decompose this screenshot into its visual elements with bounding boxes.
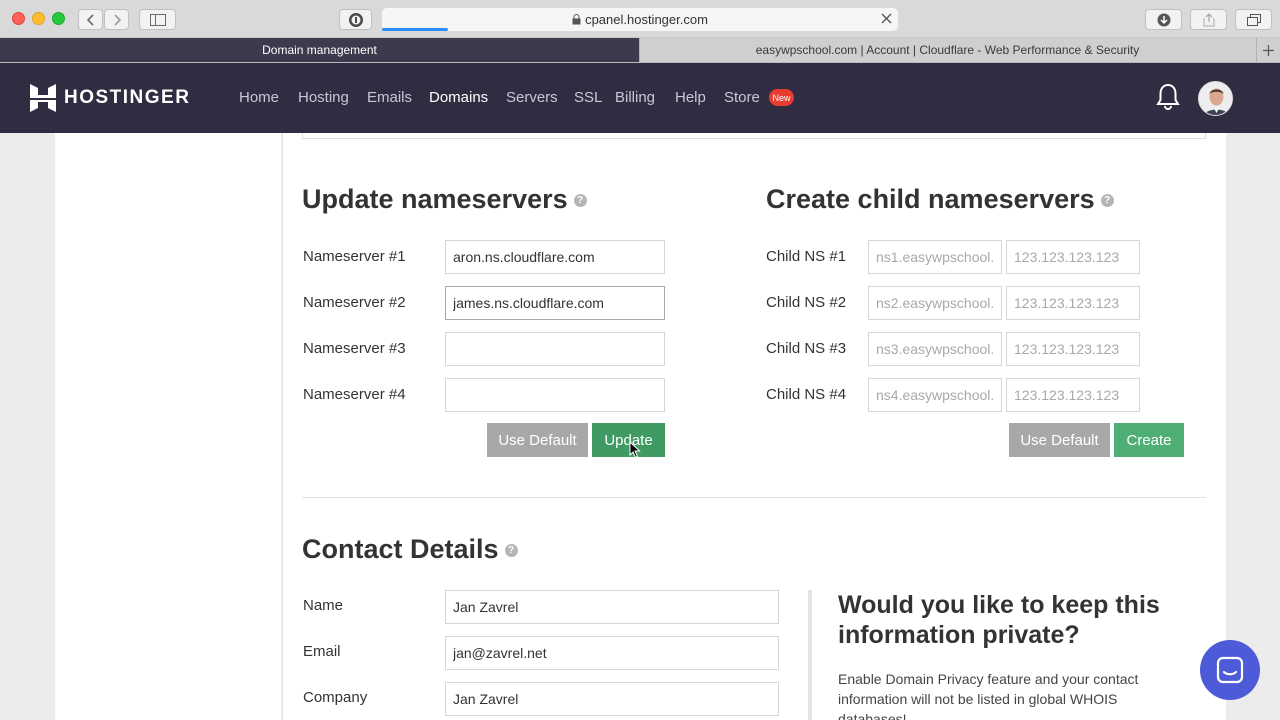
heading-text: Contact Details bbox=[302, 534, 499, 564]
new-tab-button[interactable] bbox=[1256, 38, 1280, 62]
create-child-nameservers-button[interactable]: Create bbox=[1114, 423, 1184, 457]
password-manager-icon bbox=[348, 12, 363, 27]
child-ns-3-label: Child NS #3 bbox=[766, 340, 847, 357]
user-avatar[interactable] bbox=[1198, 81, 1233, 116]
address-bar[interactable]: cpanel.hostinger.com bbox=[382, 8, 898, 31]
nameservers-use-default-button[interactable]: Use Default bbox=[487, 423, 588, 457]
nameserver-4-label: Nameserver #4 bbox=[303, 386, 406, 403]
nav-ssl[interactable]: SSL bbox=[574, 89, 602, 106]
privacy-description: Enable Domain Privacy feature and your c… bbox=[838, 671, 1139, 720]
contact-email-input[interactable] bbox=[445, 636, 779, 670]
nav-help[interactable]: Help bbox=[675, 89, 706, 106]
mouse-cursor bbox=[629, 440, 641, 464]
nameserver-2-input[interactable] bbox=[445, 286, 665, 320]
back-button[interactable] bbox=[78, 9, 103, 30]
sidebar-button[interactable] bbox=[139, 9, 176, 30]
hostinger-logo-icon bbox=[30, 84, 56, 112]
child-ns-2-host-input[interactable] bbox=[868, 286, 1002, 320]
share-icon bbox=[1203, 12, 1214, 26]
close-window-button[interactable] bbox=[12, 12, 25, 25]
avatar-image bbox=[1199, 82, 1232, 115]
chat-icon bbox=[1216, 656, 1244, 684]
nameserver-2-label: Nameserver #2 bbox=[303, 294, 406, 311]
tab-overview-button[interactable] bbox=[1235, 9, 1272, 30]
stop-loading-button[interactable] bbox=[881, 11, 892, 28]
tab-bar: Domain management easywpschool.com | Acc… bbox=[0, 38, 1280, 63]
previous-section-box bbox=[302, 133, 1206, 139]
new-tab-icon bbox=[1263, 44, 1274, 56]
forward-icon bbox=[113, 13, 121, 26]
sidebar-icon bbox=[149, 13, 166, 26]
hostinger-logo[interactable]: HOSTINGER bbox=[30, 84, 190, 112]
new-badge: New bbox=[769, 89, 794, 106]
child-nameservers-heading: Create child nameservers? bbox=[766, 184, 1114, 215]
left-panel bbox=[55, 133, 281, 720]
nameserver-3-input[interactable] bbox=[445, 332, 665, 366]
forward-button[interactable] bbox=[104, 9, 129, 30]
back-icon bbox=[86, 13, 94, 26]
child-ns-2-ip-input[interactable] bbox=[1006, 286, 1140, 320]
heading-text: Create child nameservers bbox=[766, 184, 1095, 214]
child-ns-4-host-input[interactable] bbox=[868, 378, 1002, 412]
brand-name: HOSTINGER bbox=[64, 87, 191, 108]
nameserver-1-label: Nameserver #1 bbox=[303, 248, 406, 265]
lock-icon bbox=[572, 14, 581, 25]
contact-details-heading: Contact Details? bbox=[302, 534, 518, 565]
update-nameservers-heading: Update nameservers? bbox=[302, 184, 587, 215]
tabs-icon bbox=[1246, 13, 1261, 26]
password-manager-button[interactable] bbox=[339, 9, 372, 30]
minimize-window-button[interactable] bbox=[32, 12, 45, 25]
privacy-heading: Would you like to keep this information … bbox=[838, 591, 1160, 649]
tab-label: easywpschool.com | Account | Cloudflare … bbox=[755, 43, 1140, 57]
privacy-side-rule bbox=[808, 590, 812, 720]
zoom-window-button[interactable] bbox=[52, 12, 65, 25]
contact-email-label: Email bbox=[303, 643, 341, 660]
page-load-progress bbox=[382, 28, 448, 31]
child-ns-1-host-input[interactable] bbox=[868, 240, 1002, 274]
nav-servers[interactable]: Servers bbox=[506, 89, 558, 106]
chat-launcher-button[interactable] bbox=[1200, 640, 1260, 700]
nav-emails[interactable]: Emails bbox=[367, 89, 412, 106]
nav-billing[interactable]: Billing bbox=[615, 89, 655, 106]
tab-cloudflare[interactable]: easywpschool.com | Account | Cloudflare … bbox=[640, 38, 1255, 62]
browser-toolbar: cpanel.hostinger.com bbox=[0, 0, 1280, 38]
child-ns-1-label: Child NS #1 bbox=[766, 248, 847, 265]
nameserver-4-input[interactable] bbox=[445, 378, 665, 412]
nav-domains[interactable]: Domains bbox=[429, 89, 488, 106]
child-ns-4-label: Child NS #4 bbox=[766, 386, 847, 403]
child-ns-3-host-input[interactable] bbox=[868, 332, 1002, 366]
nameserver-3-label: Nameserver #3 bbox=[303, 340, 406, 357]
contact-name-input[interactable] bbox=[445, 590, 779, 624]
child-ns-1-ip-input[interactable] bbox=[1006, 240, 1140, 274]
tab-domain-management[interactable]: Domain management bbox=[0, 38, 639, 62]
nameserver-1-input[interactable] bbox=[445, 240, 665, 274]
child-ns-2-label: Child NS #2 bbox=[766, 294, 847, 311]
child-ns-3-ip-input[interactable] bbox=[1006, 332, 1140, 366]
close-icon bbox=[881, 13, 892, 24]
url-text: cpanel.hostinger.com bbox=[585, 12, 708, 27]
help-icon[interactable]: ? bbox=[1100, 194, 1114, 208]
bell-icon bbox=[1156, 83, 1180, 110]
nav-hosting[interactable]: Hosting bbox=[298, 89, 349, 106]
child-ns-4-ip-input[interactable] bbox=[1006, 378, 1140, 412]
section-divider bbox=[302, 497, 1206, 498]
tab-label: Domain management bbox=[262, 43, 377, 57]
contact-name-label: Name bbox=[303, 597, 344, 614]
help-icon[interactable]: ? bbox=[573, 194, 587, 208]
help-icon[interactable]: ? bbox=[504, 544, 518, 558]
child-use-default-button[interactable]: Use Default bbox=[1009, 423, 1110, 457]
download-icon bbox=[1157, 13, 1170, 26]
notifications-button[interactable] bbox=[1155, 83, 1181, 116]
downloads-button[interactable] bbox=[1145, 9, 1182, 30]
nav-store[interactable]: Store bbox=[724, 89, 760, 106]
nav-home[interactable]: Home bbox=[239, 89, 279, 106]
contact-company-input[interactable] bbox=[445, 682, 779, 716]
heading-text: Update nameservers bbox=[302, 184, 568, 214]
contact-company-label: Company bbox=[303, 689, 368, 706]
cursor-icon bbox=[629, 440, 641, 459]
top-navigation: HOSTINGER Home Hosting Emails Domains Se… bbox=[0, 63, 1280, 133]
share-button[interactable] bbox=[1190, 9, 1227, 30]
